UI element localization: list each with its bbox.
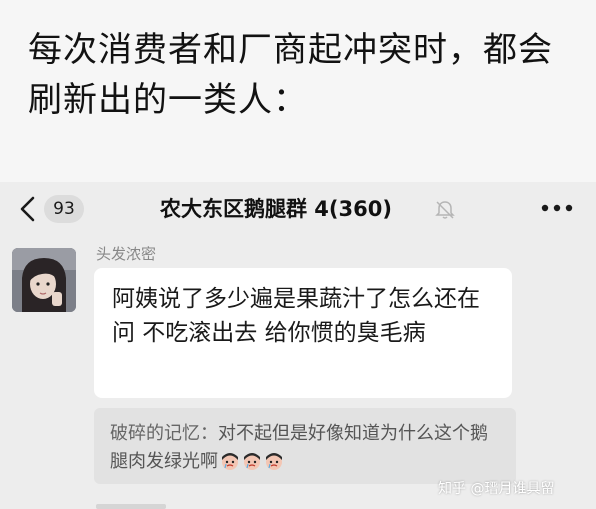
crying-face-emoji-icon [244,453,260,470]
sender-avatar[interactable] [12,248,76,312]
sender-name: 头发浓密 [96,245,157,263]
more-dots-icon[interactable] [540,202,574,214]
message-text: 阿姨说了多少遍是果蔬汁了怎么还在问 不吃滚出去 给你惯的臭毛病 [112,286,480,346]
chevron-left-icon[interactable] [17,195,39,223]
chat-nav-bar: 93 农大东区鹅腿群 4(360) [0,182,596,238]
unread-count-badge[interactable]: 93 [44,195,84,223]
next-sender-name-partial [96,504,166,509]
post-caption: 每次消费者和厂商起冲突时，都会刷新出的一类人： [28,30,553,120]
crying-face-emoji-icon [266,453,282,470]
message-bubble[interactable]: 阿姨说了多少遍是果蔬汁了怎么还在问 不吃滚出去 给你惯的臭毛病 [94,268,512,398]
group-title[interactable]: 农大东区鹅腿群 4(360) [160,194,392,224]
crying-face-emoji-icon [222,453,238,470]
bell-muted-icon [435,201,455,219]
quote-content: 破碎的记忆：对不起但是好像知道为什么这个鹅腿肉发绿光啊 [110,420,502,476]
zhihu-watermark: 知乎 @瑨月谁具留 [438,481,555,497]
post-header-area: 每次消费者和厂商起冲突时，都会刷新出的一类人： [0,0,596,182]
quoted-reply[interactable]: 破碎的记忆：对不起但是好像知道为什么这个鹅腿肉发绿光啊 [94,408,516,484]
quote-author: 破碎的记忆： [110,423,218,444]
chat-screenshot: 93 农大东区鹅腿群 4(360) 头发浓密 阿姨说了多少遍是果蔬汁了怎么还在问 [0,182,596,509]
avatar-image [12,248,76,312]
